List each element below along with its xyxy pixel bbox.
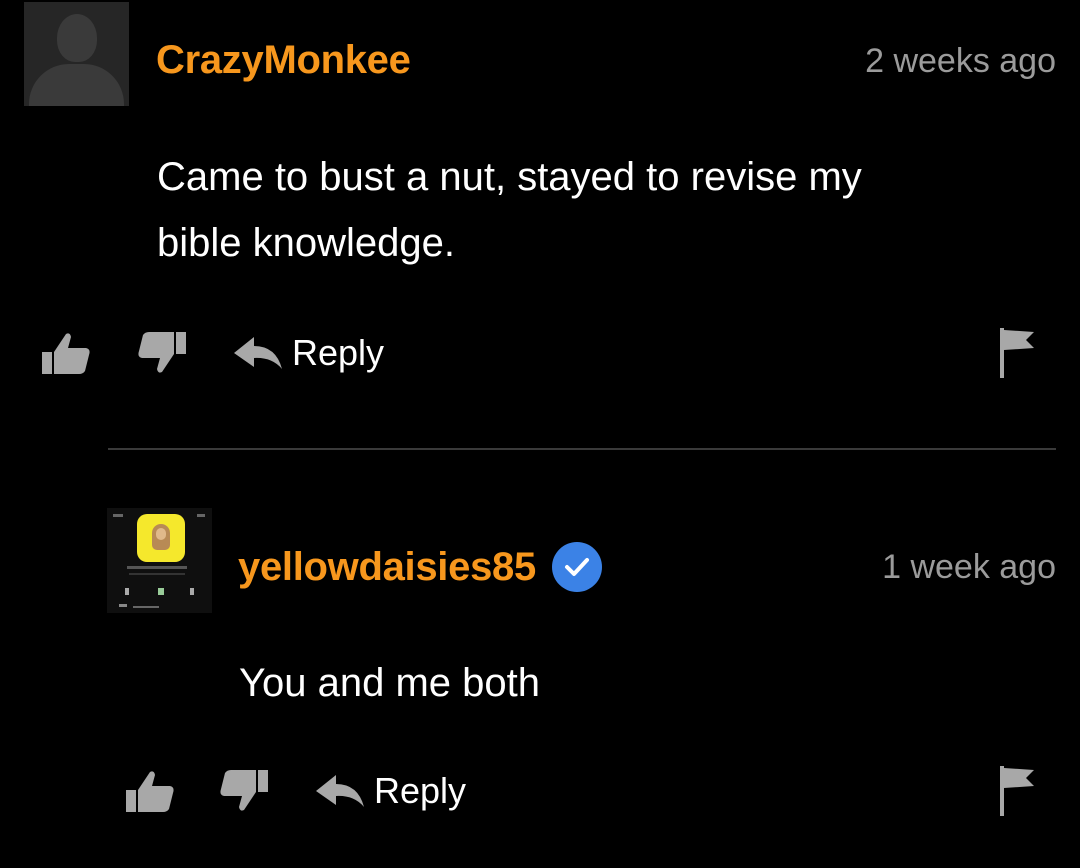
- reply-label: Reply: [374, 770, 467, 811]
- username-row: yellowdaisies85: [238, 542, 602, 592]
- verified-badge-icon: [551, 542, 602, 592]
- reply-arrow-icon: [316, 775, 364, 807]
- comment-username[interactable]: yellowdaisies85: [238, 545, 536, 590]
- comment-text: Came to bust a nut, stayed to revise my …: [157, 144, 862, 276]
- comment-timestamp: 2 weeks ago: [865, 42, 1056, 80]
- thumbs-up-icon[interactable]: [40, 330, 92, 376]
- flag-icon[interactable]: [998, 764, 1036, 818]
- reply-label: Reply: [292, 332, 385, 373]
- reply-button[interactable]: Reply: [232, 330, 384, 376]
- default-user-icon: [57, 14, 97, 62]
- user-avatar[interactable]: [24, 2, 129, 106]
- thumbs-down-icon[interactable]: [136, 330, 188, 376]
- snapchat-icon: [137, 514, 185, 562]
- divider: [108, 448, 1056, 450]
- comment-text-line: Came to bust a nut, stayed to revise my: [157, 155, 862, 199]
- reply-arrow-icon: [234, 337, 282, 369]
- comment-timestamp: 1 week ago: [882, 548, 1056, 586]
- flag-icon[interactable]: [998, 326, 1036, 380]
- reply-button[interactable]: Reply: [314, 768, 466, 814]
- thumbs-up-icon[interactable]: [124, 768, 176, 814]
- comment-text-line: bible knowledge.: [157, 221, 455, 265]
- user-avatar[interactable]: [107, 508, 212, 613]
- comment-text-line: You and me both: [239, 661, 540, 705]
- thumbs-down-icon[interactable]: [218, 768, 270, 814]
- comment-username[interactable]: CrazyMonkee: [156, 38, 411, 83]
- comment-text: You and me both: [239, 650, 540, 716]
